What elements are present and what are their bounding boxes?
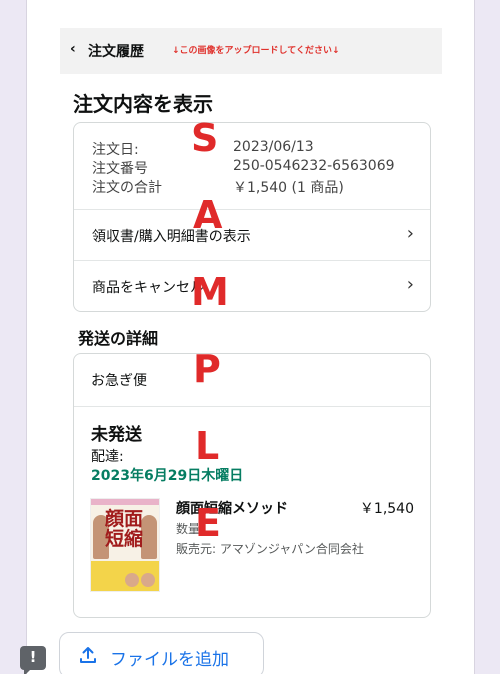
order-total-value: ￥1,540 (1 商品) (233, 180, 344, 196)
upload-instruction-note: ↓この画像をアップロードしてください↓ (172, 46, 340, 56)
shipping-section-title: 発送の詳細 (78, 329, 159, 348)
order-number-value: 250-0546232-6563069 (233, 158, 395, 174)
shipment-status: 未発送 (91, 425, 142, 445)
shipment-card: お急ぎ便 未発送 配達: 2023年6月29日木曜日 顔面短縮 顔面短縮メソッド… (73, 353, 431, 618)
watermark-letter: P (193, 347, 221, 391)
order-number-label: 注文番号 (92, 161, 148, 177)
cancel-item-row[interactable]: 商品をキャンセル › (74, 261, 430, 311)
order-number-row: 注文番号 250-0546232-6563069 (92, 158, 412, 177)
upload-icon (80, 647, 96, 663)
watermark-letter: L (195, 424, 220, 468)
order-history-link[interactable]: 注文履歴 (88, 41, 144, 61)
receipt-link-row[interactable]: 領収書/購入明細書の表示 › (74, 210, 430, 260)
back-chevron-icon[interactable]: ‹ (70, 41, 76, 57)
add-file-button[interactable]: ファイルを追加 (59, 632, 264, 674)
cover-small-face (125, 573, 139, 587)
order-date-value: 2023/06/13 (233, 139, 314, 155)
cover-band (91, 499, 159, 505)
watermark-letter: A (193, 193, 223, 237)
product-thumbnail[interactable]: 顔面短縮 (90, 498, 160, 592)
order-total-row: 注文の合計 ￥1,540 (1 商品) (92, 177, 412, 196)
order-date-label: 注文日: (92, 142, 139, 158)
divider (74, 406, 430, 407)
watermark-letter: M (191, 270, 229, 314)
feedback-icon[interactable]: ! (20, 646, 46, 674)
receipt-link-label: 領収書/購入明細書の表示 (92, 229, 251, 245)
header-bar: ‹ 注文履歴 ↓この画像をアップロードしてください↓ (60, 28, 442, 74)
watermark-letter: E (195, 501, 221, 545)
order-info: 注文日: 2023/06/13 注文番号 250-0546232-6563069… (92, 139, 412, 196)
page-title: 注文内容を表示 (73, 92, 213, 116)
watermark-letter: S (191, 116, 219, 160)
chevron-right-icon: › (406, 274, 414, 295)
product-price: ￥1,540 (359, 501, 414, 517)
order-summary-card: 注文日: 2023/06/13 注文番号 250-0546232-6563069… (73, 122, 431, 312)
shipping-method: お急ぎ便 (91, 373, 147, 389)
cover-small-face (141, 573, 155, 587)
cancel-item-label: 商品をキャンセル (92, 280, 204, 296)
feedback-glyph: ! (29, 648, 37, 666)
delivery-date: 2023年6月29日木曜日 (91, 468, 244, 484)
delivery-label: 配達: (91, 449, 124, 465)
product-name[interactable]: 顔面短縮メソッド (176, 498, 288, 518)
cover-title: 顔面短縮 (105, 508, 144, 550)
order-total-label: 注文の合計 (92, 180, 162, 196)
order-date-row: 注文日: 2023/06/13 (92, 139, 412, 158)
add-file-label: ファイルを追加 (110, 650, 229, 670)
chevron-right-icon: › (406, 223, 414, 244)
